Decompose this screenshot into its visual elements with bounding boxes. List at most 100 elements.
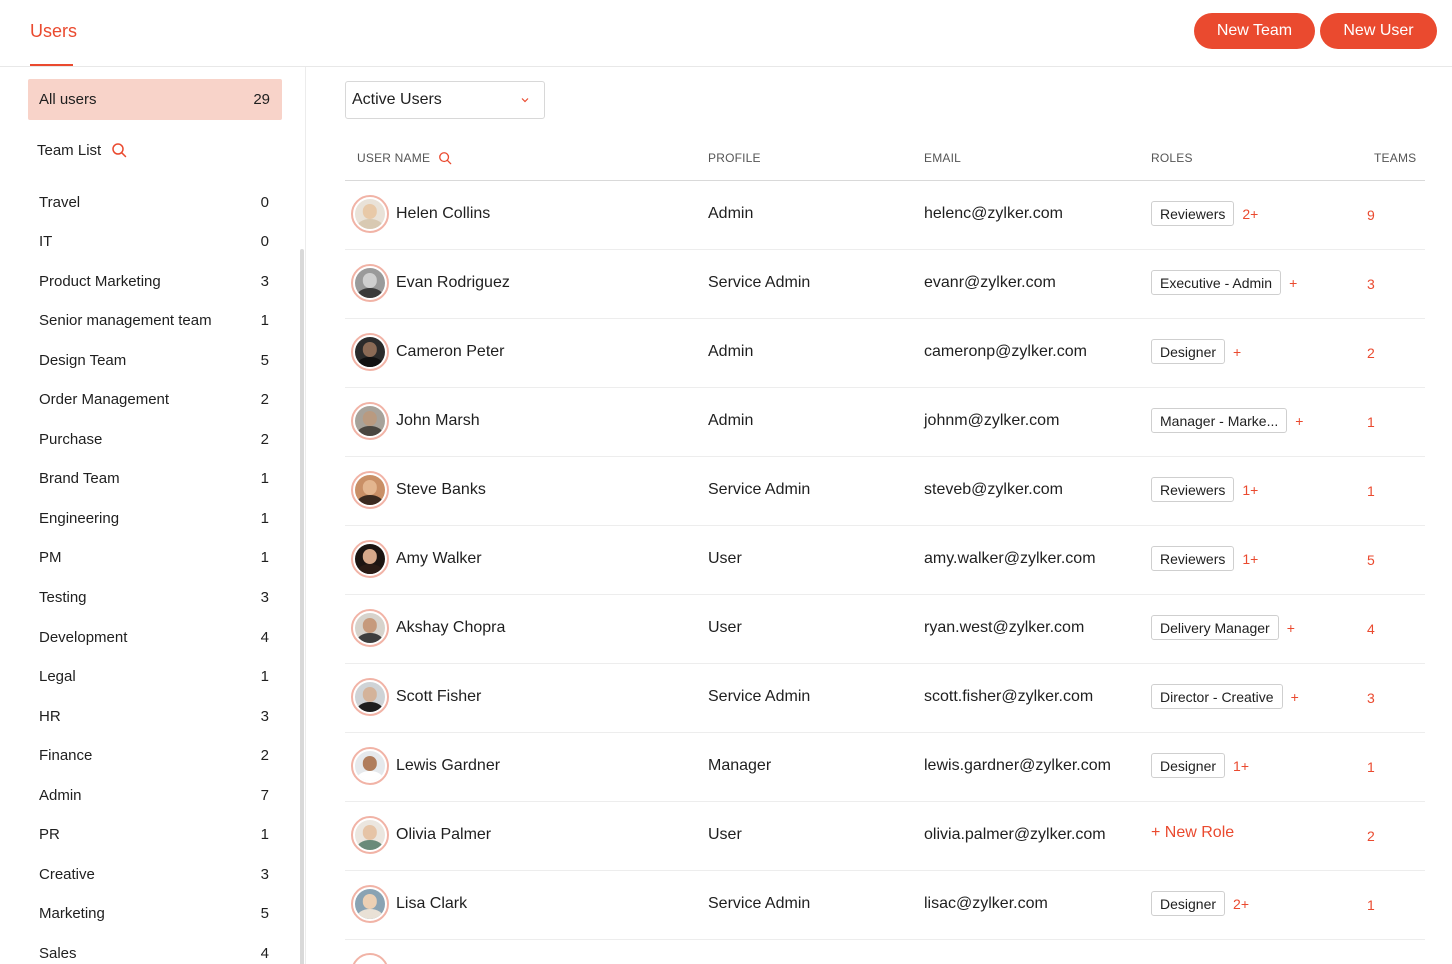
user-teams-count[interactable]: 2 <box>1367 345 1375 361</box>
add-role-button[interactable]: 1+ <box>1233 758 1249 774</box>
table-row[interactable]: Steve Banks Service Admin steveb@zylker.co… <box>345 457 1425 526</box>
add-role-button[interactable]: + <box>1291 689 1299 705</box>
table-row[interactable]: Lewis Gardner Manager lewis.gardner@zylker… <box>345 733 1425 802</box>
all-users-count: 29 <box>253 91 270 108</box>
sidebar-team-item[interactable]: PM 1 <box>39 546 269 570</box>
role-chip[interactable]: Director - Creative <box>1151 684 1283 709</box>
user-teams-count[interactable]: 1 <box>1367 483 1375 499</box>
sidebar-team-item[interactable]: Creative 3 <box>39 862 269 886</box>
avatar <box>351 333 389 371</box>
team-count: 2 <box>260 747 269 765</box>
table-row[interactable]: Evan Rodriguez Service Admin evanr@zylker.… <box>345 250 1425 319</box>
role-chip[interactable]: Manager - Marke... <box>1151 408 1288 433</box>
table-row[interactable]: Cameron Peter Admin cameronp@zylker.com Des… <box>345 319 1425 388</box>
team-name: Engineering <box>39 509 120 527</box>
user-teams-count[interactable]: 3 <box>1367 690 1375 706</box>
sidebar-team-item[interactable]: Admin 7 <box>39 783 269 807</box>
user-email: ryan.west@zylker.com <box>924 619 1085 636</box>
role-chip[interactable]: Reviewers <box>1151 477 1235 502</box>
sidebar-team-item[interactable]: Travel 0 <box>39 190 269 214</box>
team-count: 2 <box>260 391 269 409</box>
team-list-scrollbar[interactable] <box>300 249 304 964</box>
team-count: 1 <box>260 826 269 844</box>
team-name: Legal <box>39 668 76 686</box>
sidebar-team-item[interactable]: Development 4 <box>39 625 269 649</box>
sidebar-team-item[interactable]: HR 3 <box>39 704 269 728</box>
add-role-button[interactable]: + <box>1295 413 1303 429</box>
table-row[interactable]: John Marsh Admin johnm@zylker.com Manager -… <box>345 388 1425 457</box>
sidebar-team-item[interactable]: Order Management 2 <box>39 388 269 412</box>
role-chip[interactable]: Executive - Admin <box>1151 270 1282 295</box>
sidebar-team-item[interactable]: Legal 1 <box>39 665 269 689</box>
role-chip[interactable]: Designer <box>1151 339 1226 364</box>
add-role-button[interactable]: + <box>1287 620 1295 636</box>
search-icon[interactable] <box>438 151 452 165</box>
user-teams-count[interactable]: 1 <box>1367 414 1375 430</box>
user-profile: Service Admin <box>708 895 811 912</box>
user-teams-count[interactable]: 9 <box>1367 207 1375 223</box>
new-user-button[interactable]: New User <box>1320 13 1437 49</box>
role-chip[interactable]: Delivery Manager <box>1151 615 1279 640</box>
avatar <box>351 195 389 233</box>
role-chip[interactable]: Reviewers <box>1151 546 1235 571</box>
add-role-button[interactable]: + <box>1233 344 1241 360</box>
user-teams-count[interactable]: 3 <box>1367 276 1375 292</box>
user-email: scott.fisher@zylker.com <box>924 688 1094 705</box>
add-role-button[interactable]: 2+ <box>1233 896 1249 912</box>
user-name: Akshay Chopra <box>396 619 506 636</box>
sidebar-team-item[interactable]: Design Team 5 <box>39 348 269 372</box>
team-name: Finance <box>39 747 93 765</box>
user-email: johnm@zylker.com <box>924 412 1060 429</box>
sidebar-team-item[interactable]: Senior management team 1 <box>39 309 269 333</box>
search-icon[interactable] <box>111 142 127 158</box>
table-row[interactable]: Olivia Palmer User olivia.palmer@zylker.co… <box>345 802 1425 871</box>
table-row[interactable]: Akshay Chopra User ryan.west@zylker.com Del… <box>345 595 1425 664</box>
team-name: Sales <box>39 944 77 962</box>
user-teams-count[interactable]: 5 <box>1367 552 1375 568</box>
table-row[interactable]: Lisa Clark Service Admin lisac@zylker.com D… <box>345 871 1425 940</box>
add-role-button[interactable]: 1+ <box>1242 482 1258 498</box>
user-profile: Admin <box>708 343 754 360</box>
user-name: John Marsh <box>396 412 480 429</box>
new-team-button[interactable]: New Team <box>1194 13 1315 49</box>
sidebar-team-item[interactable]: Product Marketing 3 <box>39 269 269 293</box>
table-row[interactable]: Helen Collins Admin helenc@zylker.com Revie… <box>345 181 1425 250</box>
sidebar-team-item[interactable]: Engineering 1 <box>39 506 269 530</box>
team-count: 2 <box>260 430 269 448</box>
user-teams-count[interactable]: 4 <box>1367 621 1375 637</box>
user-profile: Admin <box>708 412 754 429</box>
add-role-button[interactable]: + <box>1289 275 1297 291</box>
team-name: Development <box>39 628 128 646</box>
sidebar-team-item[interactable]: PR 1 <box>39 823 269 847</box>
role-cell: Designer 2+ <box>1151 891 1249 916</box>
table-row[interactable]: Amy Walker User amy.walker@zylker.com Revie… <box>345 526 1425 595</box>
sidebar-team-item[interactable]: Purchase 2 <box>39 427 269 451</box>
role-chip[interactable]: Reviewers <box>1151 201 1235 226</box>
sidebar-item-all-users[interactable]: All users 29 <box>28 79 282 120</box>
team-count: 1 <box>260 509 269 527</box>
user-filter-dropdown[interactable]: Active Users <box>345 81 545 119</box>
role-chip[interactable]: Designer <box>1151 753 1226 778</box>
add-role-button[interactable]: 2+ <box>1242 206 1258 222</box>
team-count: 7 <box>260 786 269 804</box>
user-teams-count[interactable]: 1 <box>1367 759 1375 775</box>
user-name: Lewis Gardner <box>396 757 501 774</box>
sidebar-team-item[interactable]: Finance 2 <box>39 744 269 768</box>
team-count: 1 <box>260 470 269 488</box>
sidebar-team-item[interactable]: Testing 3 <box>39 586 269 610</box>
team-count: 3 <box>260 272 269 290</box>
sidebar-team-item[interactable]: Marketing 5 <box>39 902 269 926</box>
user-teams-count[interactable]: 1 <box>1367 897 1375 913</box>
sidebar-team-item[interactable]: Brand Team 1 <box>39 467 269 491</box>
user-email: lisac@zylker.com <box>924 895 1048 912</box>
team-list[interactable]: Travel 0 IT 0 Product Marketing 3 Senior manag… <box>0 182 305 964</box>
add-role-button[interactable]: 1+ <box>1242 551 1258 567</box>
role-chip[interactable]: Designer <box>1151 891 1226 916</box>
role-cell: Designer 1+ <box>1151 753 1249 778</box>
sidebar-team-item[interactable]: IT 0 <box>39 230 269 254</box>
sidebar-team-item[interactable]: Sales 4 <box>39 941 269 964</box>
table-row[interactable]: Scott Fisher Service Admin scott.fisher@zy… <box>345 664 1425 733</box>
user-teams-count[interactable]: 2 <box>1367 828 1375 844</box>
new-role-link[interactable]: + New Role <box>1151 824 1234 842</box>
team-count: 5 <box>260 351 269 369</box>
